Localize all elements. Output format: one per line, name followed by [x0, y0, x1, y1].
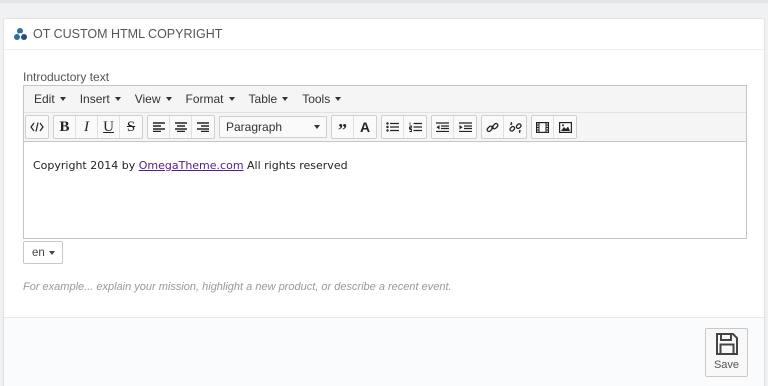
save-label: Save	[713, 359, 740, 371]
source-code-button[interactable]	[26, 116, 48, 138]
align-left-icon	[152, 122, 165, 132]
italic-button[interactable]: I	[76, 116, 98, 138]
chevron-down-icon	[335, 97, 342, 101]
floppy-disk-icon	[715, 333, 738, 355]
unlink-icon	[508, 121, 522, 133]
source-group	[25, 115, 49, 139]
module-panel: OT CUSTOM HTML COPYRIGHT Introductory te…	[3, 18, 765, 386]
menu-edit[interactable]: Edit	[27, 92, 73, 106]
indent-button[interactable]	[454, 116, 476, 138]
menu-format[interactable]: Format	[179, 92, 242, 106]
menu-tools[interactable]: Tools	[295, 92, 348, 106]
insert-image-button[interactable]	[554, 116, 576, 138]
link-group	[481, 115, 527, 139]
underline-button[interactable]: U	[98, 116, 120, 138]
rich-text-editor: Edit Insert View Format Table Tools B I …	[23, 85, 747, 239]
chevron-down-icon	[114, 97, 121, 101]
strikethrough-icon: S	[126, 118, 136, 135]
bullet-list-button[interactable]	[382, 116, 404, 138]
strikethrough-button[interactable]: S	[120, 116, 142, 138]
quote-color-group: ” A	[331, 115, 377, 140]
chevron-down-icon	[59, 97, 66, 101]
outdent-icon	[436, 122, 449, 132]
chevron-down-icon	[165, 97, 172, 101]
help-text: For example... explain your mission, hig…	[23, 281, 452, 293]
omegatheme-link[interactable]: OmegaTheme.com	[139, 159, 244, 172]
text-color-button[interactable]: A	[354, 116, 376, 138]
insert-video-button[interactable]	[532, 116, 554, 138]
bullet-list-icon	[386, 122, 399, 132]
bold-button[interactable]: B	[54, 116, 76, 138]
introductory-text-label: Introductory text	[23, 70, 110, 84]
align-center-button[interactable]	[170, 116, 192, 138]
panel-title: OT CUSTOM HTML COPYRIGHT	[33, 27, 223, 41]
menu-table[interactable]: Table	[242, 92, 296, 106]
align-center-icon	[174, 122, 187, 132]
blockquote-button[interactable]: ”	[332, 116, 354, 140]
italic-icon: I	[84, 118, 89, 135]
language-dropdown[interactable]: en	[23, 241, 63, 264]
image-icon	[558, 121, 572, 133]
quote-icon: ”	[338, 119, 347, 140]
list-group	[381, 115, 427, 139]
copyright-text: Copyright 2014 by	[33, 159, 139, 172]
numbered-list-button[interactable]	[404, 116, 426, 138]
align-group	[147, 115, 215, 139]
chevron-down-icon	[48, 250, 55, 255]
align-right-button[interactable]	[192, 116, 214, 138]
puzzle-icon	[13, 27, 28, 42]
menu-insert[interactable]: Insert	[73, 92, 128, 106]
editor-content-area[interactable]: Copyright 2014 by OmegaTheme.com All rig…	[24, 142, 746, 189]
link-icon	[486, 122, 499, 132]
panel-heading: OT CUSTOM HTML COPYRIGHT	[4, 19, 764, 50]
block-format-value: Paragraph	[226, 120, 283, 134]
outdent-button[interactable]	[432, 116, 454, 138]
language-value: en	[32, 246, 45, 259]
numbered-list-icon	[408, 122, 422, 132]
insert-link-button[interactable]	[482, 116, 504, 138]
panel-footer: Save	[4, 317, 764, 386]
text-color-icon: A	[359, 119, 371, 135]
save-button[interactable]: Save	[705, 328, 748, 377]
copyright-suffix: All rights reserved	[243, 159, 348, 172]
block-format-select[interactable]: Paragraph	[219, 116, 327, 138]
remove-link-button[interactable]	[504, 116, 526, 138]
code-icon	[30, 122, 44, 132]
chevron-down-icon	[314, 125, 320, 129]
indent-icon	[458, 122, 472, 132]
film-icon	[536, 121, 549, 133]
chevron-down-icon	[228, 97, 235, 101]
text-style-group: B I U S	[53, 115, 143, 139]
align-right-icon	[197, 122, 209, 132]
bold-icon: B	[59, 118, 70, 135]
menu-view[interactable]: View	[128, 92, 179, 106]
underline-icon: U	[103, 118, 114, 135]
align-left-button[interactable]	[148, 116, 170, 138]
media-group	[531, 115, 577, 139]
editor-menubar: Edit Insert View Format Table Tools	[24, 86, 746, 113]
top-divider	[0, 0, 768, 3]
editor-toolbar: B I U S Paragraph ” A	[24, 113, 746, 142]
chevron-down-icon	[282, 97, 289, 101]
indent-group	[431, 115, 477, 139]
